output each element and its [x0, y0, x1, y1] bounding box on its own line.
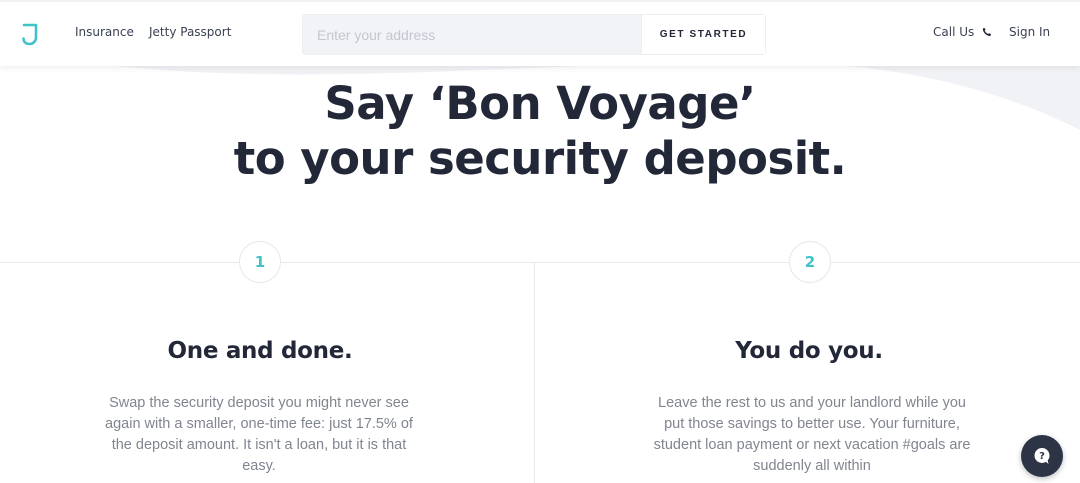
- get-started-button[interactable]: GET STARTED: [641, 15, 765, 54]
- jetty-logo-icon[interactable]: [20, 22, 40, 46]
- step-number-badge: 2: [789, 241, 831, 283]
- steps-divider-horizontal: [0, 262, 1080, 263]
- address-input[interactable]: [303, 15, 641, 54]
- sign-in-link[interactable]: Sign In: [1009, 25, 1050, 39]
- page: Insurance Jetty Passport GET STARTED Cal…: [0, 0, 1080, 483]
- nav-insurance-link[interactable]: Insurance: [75, 25, 134, 39]
- step-2-description: Leave the rest to us and your landlord w…: [653, 395, 971, 474]
- address-search-form: GET STARTED: [302, 14, 766, 55]
- hero-headline-line-2: to your security deposit.: [233, 132, 847, 185]
- nav-jetty-passport-link[interactable]: Jetty Passport: [149, 25, 231, 39]
- steps-divider-vertical: [534, 262, 535, 483]
- step-1-description: Swap the security deposit you might neve…: [105, 395, 413, 474]
- chat-support-button[interactable]: ?: [1021, 435, 1063, 477]
- phone-icon: [982, 27, 992, 37]
- step-2-title: You do you.: [735, 338, 883, 364]
- call-us-link[interactable]: Call Us: [933, 25, 992, 39]
- step-number-badge: 1: [239, 241, 281, 283]
- call-us-label: Call Us: [933, 25, 975, 39]
- hero-headline: Say ‘Bon Voyage’ to your security deposi…: [0, 76, 1080, 186]
- chat-bubble-icon: ?: [1034, 448, 1050, 464]
- hero-headline-line-1: Say ‘Bon Voyage’: [324, 77, 756, 130]
- step-1-title: One and done.: [167, 338, 353, 364]
- svg-text:?: ?: [1039, 451, 1045, 462]
- top-navigation-bar: Insurance Jetty Passport GET STARTED Cal…: [0, 0, 1080, 66]
